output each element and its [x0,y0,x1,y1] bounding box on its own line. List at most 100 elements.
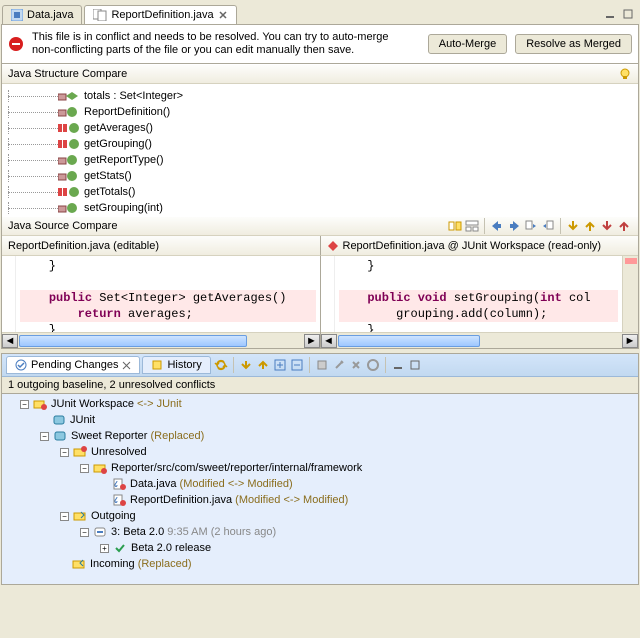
check-in-icon[interactable] [314,357,330,373]
checkmark-icon [113,542,127,554]
tree-node-incoming[interactable]: Incoming (Replaced) [4,556,636,572]
refresh-icon[interactable] [213,357,229,373]
copy-left-to-right-icon[interactable] [506,218,522,234]
tree-node-unresolved[interactable]: −Unresolved [4,444,636,460]
workspace-icon [33,398,47,410]
tree-node-file[interactable]: Data.java (Modified <-> Modified) [4,476,636,492]
baseline-icon [93,526,107,538]
resolve-as-merged-button[interactable]: Resolve as Merged [515,34,632,54]
tab-data-java[interactable]: Data.java [2,5,82,24]
structure-tree[interactable]: totals : Set<Integer> ReportDefinition()… [2,84,638,216]
tree-node[interactable]: ReportDefinition() [4,104,636,120]
tree-node[interactable]: getReportType() [4,152,636,168]
tree-node-baseline[interactable]: −3: Beta 2.0 9:35 AM (2 hours ago) [4,524,636,540]
tree-node-path[interactable]: −Reporter/src/com/sweet/reporter/interna… [4,460,636,476]
conflict-message: This file is in conflict and needs to be… [32,31,420,57]
tree-node-file[interactable]: ReportDefinition.java (Modified <-> Modi… [4,492,636,508]
history-icon [151,359,163,371]
compare-file-icon [93,9,107,21]
component-icon [53,430,67,442]
tree-node[interactable]: totals : Set<Integer> [4,88,636,104]
expand-all-icon[interactable] [272,357,288,373]
maximize-icon[interactable] [407,357,423,373]
right-header: ReportDefinition.java @ JUnit Workspace … [321,236,639,256]
method-conflict-icon [58,138,80,150]
method-conflict-icon [58,186,80,198]
tree-node-junit[interactable]: JUnit [4,412,636,428]
tab-history[interactable]: History [142,356,210,374]
tree-node-sweet[interactable]: −Sweet Reporter (Replaced) [4,428,636,444]
close-icon[interactable] [122,361,131,370]
left-hscrollbar[interactable]: ◄► [2,332,320,348]
copy-all-right-icon[interactable] [523,218,539,234]
next-diff-icon[interactable] [565,218,581,234]
pending-view-header: Pending Changes History [2,354,638,377]
lightbulb-icon[interactable] [618,67,632,81]
collapse-icon[interactable]: − [60,512,69,521]
incoming-folder-icon [72,558,86,570]
left-gutter [2,256,16,332]
left-header: ReportDefinition.java (editable) [2,236,321,256]
left-code-editor[interactable]: } public Set<Integer> getAverages() retu… [16,256,320,332]
right-hscrollbar[interactable]: ◄► [321,332,639,348]
tree-node[interactable]: getGrouping() [4,136,636,152]
conflict-banner: This file is in conflict and needs to be… [2,25,638,64]
three-way-icon[interactable] [464,218,480,234]
compare-code-panes: } public Set<Integer> getAverages() retu… [2,256,638,348]
up-arrow-icon[interactable] [255,357,271,373]
tab-label: Data.java [27,9,73,21]
field-icon [58,90,80,102]
collapse-icon[interactable]: − [40,432,49,441]
folder-conflict-icon [93,462,107,474]
close-icon[interactable] [218,10,228,20]
java-conflict-icon [112,478,126,490]
expand-icon[interactable]: + [100,544,109,553]
right-vscrollbar[interactable] [622,256,638,332]
minimize-icon[interactable] [602,6,618,22]
tool2-icon[interactable] [348,357,364,373]
tool3-icon[interactable] [365,357,381,373]
copy-right-to-left-icon[interactable] [489,218,505,234]
source-compare-header: Java Source Compare [2,216,638,236]
component-icon [52,414,66,426]
prev-diff-icon[interactable] [582,218,598,234]
method-icon [58,170,80,182]
tree-node[interactable]: getAverages() [4,120,636,136]
tree-node-outgoing[interactable]: −Outgoing [4,508,636,524]
collapse-all-icon[interactable] [289,357,305,373]
editor-tabbar: Data.java ReportDefinition.java [0,0,640,24]
tree-node[interactable]: setGrouping(int) [4,200,636,216]
tool1-icon[interactable] [331,357,347,373]
unresolved-folder-icon [73,446,87,458]
prev-change-icon[interactable] [616,218,632,234]
tab-report-definition[interactable]: ReportDefinition.java [84,5,236,24]
down-arrow-icon[interactable] [238,357,254,373]
pending-status: 1 outgoing baseline, 2 unresolved confli… [2,377,638,394]
tab-pending-changes[interactable]: Pending Changes [6,356,140,374]
constructor-icon [58,106,80,118]
tree-node-workspace[interactable]: −JUnit Workspace <-> JUnit [4,396,636,412]
pending-toolbar [213,357,423,373]
compare-toolbar [447,218,632,234]
minimize-icon[interactable] [390,357,406,373]
collapse-icon[interactable]: − [60,448,69,457]
tree-node[interactable]: getTotals() [4,184,636,200]
switch-view-icon[interactable] [447,218,463,234]
section-title: Java Source Compare [8,220,117,232]
tree-node[interactable]: getStats() [4,168,636,184]
pending-tree[interactable]: −JUnit Workspace <-> JUnit JUnit −Sweet … [2,394,638,584]
collapse-icon[interactable]: − [80,528,89,537]
error-icon [8,36,24,52]
method-conflict-icon [58,122,80,134]
collapse-icon[interactable]: − [20,400,29,409]
collapse-icon[interactable]: − [80,464,89,473]
next-change-icon[interactable] [599,218,615,234]
copy-all-left-icon[interactable] [540,218,556,234]
right-gutter [321,256,335,332]
compare-col-headers: ReportDefinition.java (editable) ReportD… [2,236,638,256]
outgoing-folder-icon [73,510,87,522]
tab-tools [600,4,638,24]
tree-node-changeset[interactable]: +Beta 2.0 release [4,540,636,556]
auto-merge-button[interactable]: Auto-Merge [428,34,507,54]
maximize-icon[interactable] [620,6,636,22]
